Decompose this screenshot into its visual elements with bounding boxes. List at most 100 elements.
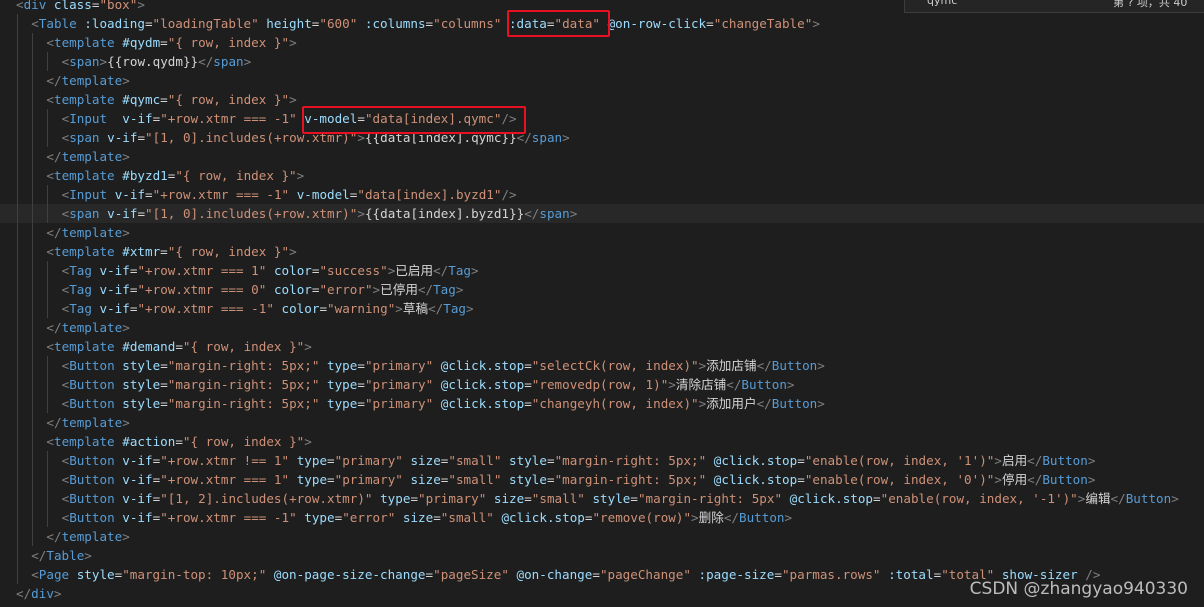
code-token: = bbox=[160, 244, 168, 259]
code-token: > bbox=[357, 206, 365, 221]
find-widget[interactable]: qymc 第 ? 项，共 40 bbox=[904, 0, 1204, 13]
code-token: "primary" bbox=[334, 453, 403, 468]
indent-guide bbox=[47, 508, 49, 527]
code-token: = bbox=[425, 16, 434, 31]
code-token: = bbox=[160, 92, 168, 107]
code-token: > bbox=[243, 54, 252, 69]
code-token: span bbox=[69, 54, 100, 69]
code-token: color bbox=[266, 263, 312, 278]
code-token: "small" bbox=[531, 491, 585, 506]
code-line-content: <Button style="margin-right: 5px;" type=… bbox=[62, 356, 825, 375]
code-token: "warning" bbox=[327, 301, 396, 316]
indent-guide bbox=[47, 394, 49, 413]
code-token: template bbox=[53, 35, 115, 50]
code-token: span bbox=[531, 130, 563, 145]
code-editor[interactable]: qymc 第 ? 项，共 40 <div class="box"> <Table … bbox=[0, 0, 1204, 607]
indent-guide bbox=[17, 185, 18, 204]
code-token: 添加用户 bbox=[706, 396, 757, 411]
indent-guide bbox=[17, 527, 18, 546]
code-line-content: <Table :loading="loadingTable" height="6… bbox=[31, 14, 820, 33]
code-line[interactable]: <span v-if="[1, 0].includes(+row.xtmr)">… bbox=[0, 204, 1204, 223]
code-token: = bbox=[137, 206, 146, 221]
indent-guide bbox=[17, 261, 18, 280]
code-token: "changeyh(row, index)" bbox=[531, 396, 699, 411]
code-token: = bbox=[774, 567, 782, 582]
code-token: "600" bbox=[319, 16, 358, 31]
code-token: > bbox=[784, 510, 793, 525]
indent-guide bbox=[17, 546, 18, 565]
indent-guide bbox=[17, 432, 18, 451]
indent-guide bbox=[32, 166, 34, 185]
code-token: v-if bbox=[107, 187, 146, 202]
code-token: Button bbox=[739, 510, 785, 525]
code-token: style bbox=[114, 396, 161, 411]
code-token: = bbox=[873, 491, 881, 506]
code-token: :loading bbox=[76, 16, 145, 31]
code-token: "remove(row)" bbox=[592, 510, 692, 525]
code-token: "box" bbox=[99, 0, 138, 12]
code-token: type bbox=[296, 510, 335, 525]
code-token: {{row.qydm}} bbox=[107, 54, 199, 69]
code-token: v-model bbox=[289, 187, 350, 202]
code-line-content: </template> bbox=[46, 71, 129, 90]
code-token: @click.stop bbox=[706, 453, 798, 468]
code-token: = bbox=[357, 396, 365, 411]
indent-guide bbox=[47, 356, 49, 375]
indent-guide bbox=[17, 413, 18, 432]
indent-guide bbox=[32, 185, 34, 204]
code-token: "primary" bbox=[364, 396, 434, 411]
code-token: "small" bbox=[440, 510, 494, 525]
find-input-value[interactable]: qymc bbox=[927, 0, 957, 7]
code-token: Button bbox=[1125, 491, 1172, 506]
code-token: > bbox=[569, 206, 578, 221]
indent-guide bbox=[17, 242, 18, 261]
code-token: 草稿 bbox=[402, 301, 429, 316]
code-token: v-if bbox=[114, 453, 153, 468]
code-token: Tag bbox=[433, 282, 456, 297]
code-token: v-if bbox=[107, 111, 153, 126]
code-line-content: <Button style="margin-right: 5px;" type=… bbox=[62, 394, 825, 413]
code-token: > bbox=[465, 301, 474, 316]
code-token: "{ row, index }" bbox=[175, 168, 297, 183]
code-token: > bbox=[471, 263, 479, 278]
code-token: "loadingTable" bbox=[152, 16, 259, 31]
code-token: "{ row, index }" bbox=[167, 92, 290, 107]
code-token: > bbox=[817, 358, 825, 373]
code-token: color bbox=[266, 282, 312, 297]
code-token: span bbox=[539, 206, 570, 221]
indent-guide bbox=[32, 527, 34, 546]
code-token: "+row.xtmr !== 1" bbox=[160, 453, 290, 468]
code-token: "margin-right: 5px;" bbox=[167, 377, 320, 392]
code-token: Button bbox=[771, 396, 818, 411]
code-token: 停用 bbox=[1001, 472, 1028, 487]
code-token: template bbox=[53, 168, 115, 183]
code-token: 已停用 bbox=[380, 282, 418, 297]
code-token: = bbox=[410, 491, 419, 506]
code-token: </ bbox=[723, 510, 739, 525]
code-token: template bbox=[53, 92, 115, 107]
code-token: > bbox=[562, 130, 570, 145]
code-token: < bbox=[46, 244, 54, 259]
indent-guide bbox=[32, 261, 34, 280]
code-token: span bbox=[69, 130, 100, 145]
code-token: @click.stop bbox=[433, 358, 525, 373]
code-token: @click.stop bbox=[433, 377, 525, 392]
code-line-content: <Tag v-if="+row.xtmr === 0" color="error… bbox=[62, 280, 464, 299]
code-token: "{ row, index }" bbox=[167, 244, 290, 259]
code-token: "enable(row, index, '0')" bbox=[804, 472, 995, 487]
indent-guide bbox=[17, 375, 18, 394]
code-token: "margin-right: 5px;" bbox=[554, 453, 707, 468]
code-token: > bbox=[304, 434, 312, 449]
code-token: "small" bbox=[448, 472, 502, 487]
code-token: #action bbox=[114, 434, 176, 449]
indent-guide bbox=[17, 337, 18, 356]
code-token: "primary" bbox=[334, 472, 403, 487]
code-token: </ bbox=[1027, 453, 1043, 468]
code-token: "selectCk(row, index)" bbox=[531, 358, 699, 373]
code-line-content: <span v-if="[1, 0].includes(+row.xtmr)">… bbox=[62, 204, 578, 223]
code-token: div bbox=[31, 586, 54, 601]
code-token: > bbox=[786, 377, 795, 392]
code-token: #qydm bbox=[114, 35, 161, 50]
code-line-content: <Page style = "margin-top: 10px;" @on-page… bbox=[31, 565, 1100, 584]
indent-guide bbox=[17, 318, 18, 337]
